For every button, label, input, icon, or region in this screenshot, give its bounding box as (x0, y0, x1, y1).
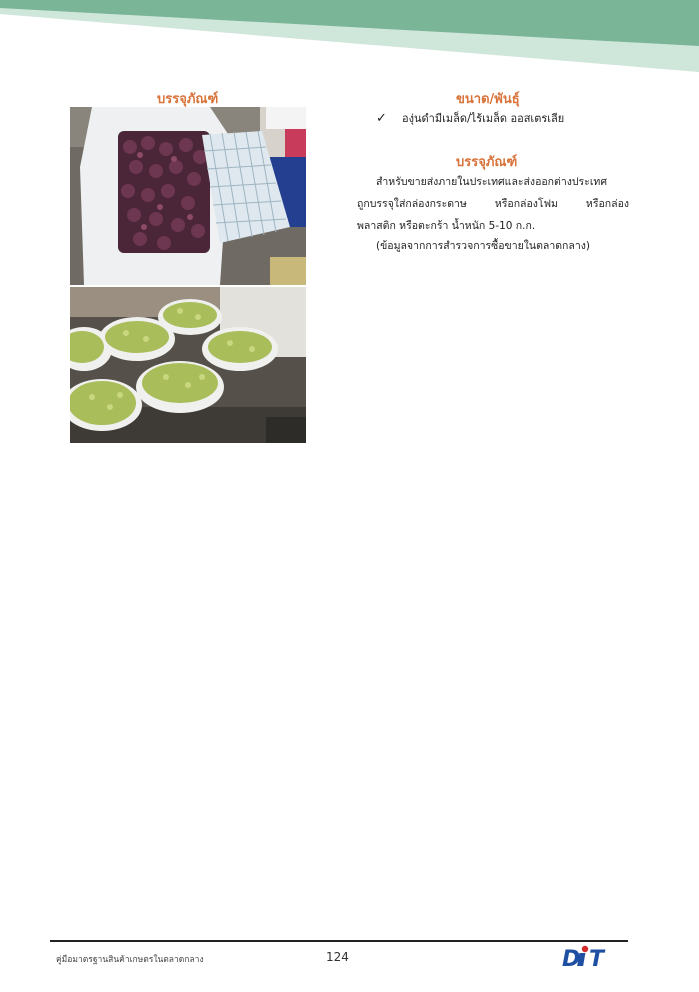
header-banner (0, 0, 699, 72)
size-variety-text: องุ่นดำมีเมล็ด/ไร้เมล็ด ออสเตรเลีย (402, 112, 565, 125)
packaging-line-2: ถูกบรรจุใส่กล่องกระดาษ หรือกล่องโฟม หรือ… (357, 198, 629, 210)
packaging-heading-right: บรรจุภัณฑ์ (456, 155, 518, 170)
checkmark-icon: ✓ (376, 111, 387, 126)
packaging-heading-left: บรรจุภัณฑ์ (157, 92, 219, 107)
footer-title: คู่มือมาตรฐานสินค้าเกษตรในตลาดกลาง (56, 955, 204, 965)
svg-text:D: D (562, 947, 580, 970)
svg-text:T: T (589, 947, 606, 970)
footer-divider (50, 940, 628, 942)
packaging-line-3: พลาสติก หรือตะกร้า น้ำหนัก 5-10 ก.ก. (357, 220, 536, 232)
size-variety-heading: ขนาด/พันธุ์ (456, 92, 520, 107)
packaging-line-1: สำหรับขายส่งภายในประเทศและส่งออกต่างประเ… (376, 176, 607, 188)
grapes-crate-photo (70, 107, 306, 285)
dit-logo: D T (562, 945, 606, 970)
size-variety-item: ✓ องุ่นดำมีเมล็ด/ไร้เมล็ด ออสเตรเลีย (376, 109, 564, 127)
page-number: 124 (326, 950, 349, 964)
green-grapes-photo (70, 287, 306, 443)
packaging-source-note: (ข้อมูลจากการสำรวจการซื้อขายในตลาดกลาง) (376, 240, 590, 252)
